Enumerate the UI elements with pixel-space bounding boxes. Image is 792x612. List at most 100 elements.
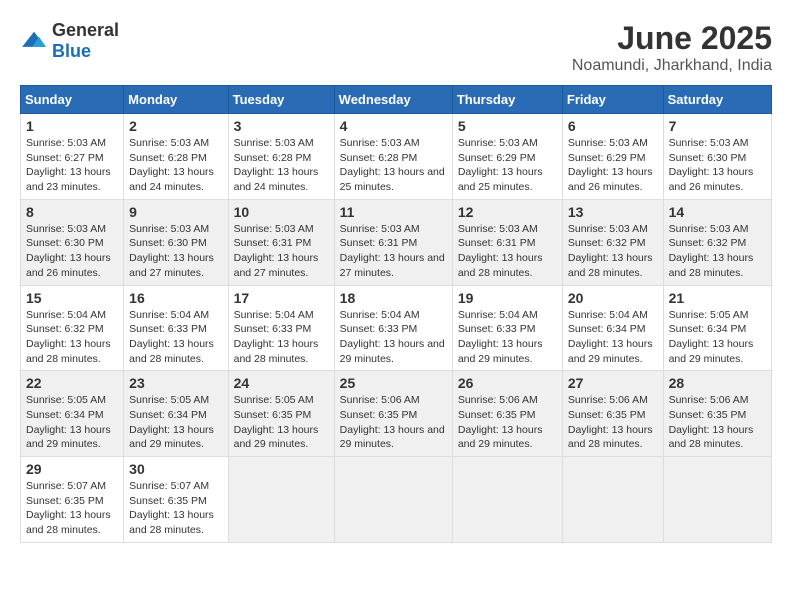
calendar-cell: 23 Sunrise: 5:05 AM Sunset: 6:34 PM Dayl… bbox=[124, 371, 228, 457]
header-sunday: Sunday bbox=[21, 86, 124, 114]
day-info: Sunrise: 5:03 AM Sunset: 6:28 PM Dayligh… bbox=[340, 136, 447, 195]
day-info: Sunrise: 5:03 AM Sunset: 6:31 PM Dayligh… bbox=[458, 222, 557, 281]
calendar-cell: 20 Sunrise: 5:04 AM Sunset: 6:34 PM Dayl… bbox=[562, 285, 663, 371]
day-number: 6 bbox=[568, 118, 658, 134]
calendar-cell: 29 Sunrise: 5:07 AM Sunset: 6:35 PM Dayl… bbox=[21, 457, 124, 543]
header-wednesday: Wednesday bbox=[334, 86, 452, 114]
day-info: Sunrise: 5:04 AM Sunset: 6:34 PM Dayligh… bbox=[568, 308, 658, 367]
calendar-week-row: 22 Sunrise: 5:05 AM Sunset: 6:34 PM Dayl… bbox=[21, 371, 772, 457]
header-friday: Friday bbox=[562, 86, 663, 114]
day-number: 24 bbox=[234, 375, 329, 391]
calendar-cell: 24 Sunrise: 5:05 AM Sunset: 6:35 PM Dayl… bbox=[228, 371, 334, 457]
calendar-cell: 7 Sunrise: 5:03 AM Sunset: 6:30 PM Dayli… bbox=[663, 114, 771, 200]
calendar-cell: 10 Sunrise: 5:03 AM Sunset: 6:31 PM Dayl… bbox=[228, 199, 334, 285]
day-info: Sunrise: 5:03 AM Sunset: 6:32 PM Dayligh… bbox=[568, 222, 658, 281]
day-info: Sunrise: 5:06 AM Sunset: 6:35 PM Dayligh… bbox=[340, 393, 447, 452]
day-info: Sunrise: 5:04 AM Sunset: 6:33 PM Dayligh… bbox=[340, 308, 447, 367]
day-info: Sunrise: 5:04 AM Sunset: 6:32 PM Dayligh… bbox=[26, 308, 118, 367]
calendar-cell: 5 Sunrise: 5:03 AM Sunset: 6:29 PM Dayli… bbox=[452, 114, 562, 200]
day-number: 3 bbox=[234, 118, 329, 134]
day-info: Sunrise: 5:04 AM Sunset: 6:33 PM Dayligh… bbox=[129, 308, 222, 367]
logo-text-blue: Blue bbox=[52, 41, 91, 61]
day-info: Sunrise: 5:04 AM Sunset: 6:33 PM Dayligh… bbox=[458, 308, 557, 367]
calendar-table: SundayMondayTuesdayWednesdayThursdayFrid… bbox=[20, 85, 772, 543]
calendar-week-row: 29 Sunrise: 5:07 AM Sunset: 6:35 PM Dayl… bbox=[21, 457, 772, 543]
day-number: 12 bbox=[458, 204, 557, 220]
day-number: 16 bbox=[129, 290, 222, 306]
header-monday: Monday bbox=[124, 86, 228, 114]
title-area: June 2025 Noamundi, Jharkhand, India bbox=[572, 20, 772, 75]
header-thursday: Thursday bbox=[452, 86, 562, 114]
calendar-cell bbox=[562, 457, 663, 543]
day-number: 9 bbox=[129, 204, 222, 220]
day-info: Sunrise: 5:05 AM Sunset: 6:34 PM Dayligh… bbox=[669, 308, 766, 367]
calendar-cell: 16 Sunrise: 5:04 AM Sunset: 6:33 PM Dayl… bbox=[124, 285, 228, 371]
calendar-cell: 8 Sunrise: 5:03 AM Sunset: 6:30 PM Dayli… bbox=[21, 199, 124, 285]
day-number: 5 bbox=[458, 118, 557, 134]
day-info: Sunrise: 5:03 AM Sunset: 6:29 PM Dayligh… bbox=[568, 136, 658, 195]
calendar-cell: 3 Sunrise: 5:03 AM Sunset: 6:28 PM Dayli… bbox=[228, 114, 334, 200]
calendar-cell: 27 Sunrise: 5:06 AM Sunset: 6:35 PM Dayl… bbox=[562, 371, 663, 457]
day-info: Sunrise: 5:03 AM Sunset: 6:31 PM Dayligh… bbox=[234, 222, 329, 281]
main-title: June 2025 bbox=[572, 20, 772, 57]
day-number: 19 bbox=[458, 290, 557, 306]
calendar-cell: 4 Sunrise: 5:03 AM Sunset: 6:28 PM Dayli… bbox=[334, 114, 452, 200]
calendar-cell: 18 Sunrise: 5:04 AM Sunset: 6:33 PM Dayl… bbox=[334, 285, 452, 371]
day-info: Sunrise: 5:06 AM Sunset: 6:35 PM Dayligh… bbox=[568, 393, 658, 452]
day-info: Sunrise: 5:03 AM Sunset: 6:30 PM Dayligh… bbox=[129, 222, 222, 281]
calendar-cell bbox=[228, 457, 334, 543]
day-info: Sunrise: 5:03 AM Sunset: 6:31 PM Dayligh… bbox=[340, 222, 447, 281]
day-info: Sunrise: 5:05 AM Sunset: 6:34 PM Dayligh… bbox=[26, 393, 118, 452]
calendar-cell bbox=[452, 457, 562, 543]
day-info: Sunrise: 5:03 AM Sunset: 6:29 PM Dayligh… bbox=[458, 136, 557, 195]
day-number: 22 bbox=[26, 375, 118, 391]
day-info: Sunrise: 5:06 AM Sunset: 6:35 PM Dayligh… bbox=[458, 393, 557, 452]
day-number: 7 bbox=[669, 118, 766, 134]
calendar-week-row: 8 Sunrise: 5:03 AM Sunset: 6:30 PM Dayli… bbox=[21, 199, 772, 285]
day-number: 14 bbox=[669, 204, 766, 220]
day-number: 2 bbox=[129, 118, 222, 134]
day-number: 29 bbox=[26, 461, 118, 477]
logo-icon bbox=[20, 30, 48, 52]
logo-text-general: General bbox=[52, 20, 119, 40]
day-number: 27 bbox=[568, 375, 658, 391]
calendar-cell: 1 Sunrise: 5:03 AM Sunset: 6:27 PM Dayli… bbox=[21, 114, 124, 200]
day-info: Sunrise: 5:03 AM Sunset: 6:30 PM Dayligh… bbox=[26, 222, 118, 281]
day-number: 10 bbox=[234, 204, 329, 220]
header-saturday: Saturday bbox=[663, 86, 771, 114]
day-info: Sunrise: 5:06 AM Sunset: 6:35 PM Dayligh… bbox=[669, 393, 766, 452]
day-number: 13 bbox=[568, 204, 658, 220]
calendar-cell: 17 Sunrise: 5:04 AM Sunset: 6:33 PM Dayl… bbox=[228, 285, 334, 371]
calendar-cell: 11 Sunrise: 5:03 AM Sunset: 6:31 PM Dayl… bbox=[334, 199, 452, 285]
header-tuesday: Tuesday bbox=[228, 86, 334, 114]
day-number: 17 bbox=[234, 290, 329, 306]
calendar-cell bbox=[334, 457, 452, 543]
calendar-cell: 28 Sunrise: 5:06 AM Sunset: 6:35 PM Dayl… bbox=[663, 371, 771, 457]
day-info: Sunrise: 5:05 AM Sunset: 6:35 PM Dayligh… bbox=[234, 393, 329, 452]
calendar-header-row: SundayMondayTuesdayWednesdayThursdayFrid… bbox=[21, 86, 772, 114]
calendar-cell: 9 Sunrise: 5:03 AM Sunset: 6:30 PM Dayli… bbox=[124, 199, 228, 285]
day-number: 11 bbox=[340, 204, 447, 220]
calendar-cell: 6 Sunrise: 5:03 AM Sunset: 6:29 PM Dayli… bbox=[562, 114, 663, 200]
day-number: 4 bbox=[340, 118, 447, 134]
day-info: Sunrise: 5:03 AM Sunset: 6:28 PM Dayligh… bbox=[129, 136, 222, 195]
calendar-week-row: 1 Sunrise: 5:03 AM Sunset: 6:27 PM Dayli… bbox=[21, 114, 772, 200]
day-number: 23 bbox=[129, 375, 222, 391]
day-info: Sunrise: 5:05 AM Sunset: 6:34 PM Dayligh… bbox=[129, 393, 222, 452]
day-number: 8 bbox=[26, 204, 118, 220]
day-number: 1 bbox=[26, 118, 118, 134]
calendar-cell: 15 Sunrise: 5:04 AM Sunset: 6:32 PM Dayl… bbox=[21, 285, 124, 371]
day-number: 15 bbox=[26, 290, 118, 306]
day-info: Sunrise: 5:07 AM Sunset: 6:35 PM Dayligh… bbox=[26, 479, 118, 538]
calendar-cell: 12 Sunrise: 5:03 AM Sunset: 6:31 PM Dayl… bbox=[452, 199, 562, 285]
day-info: Sunrise: 5:03 AM Sunset: 6:28 PM Dayligh… bbox=[234, 136, 329, 195]
day-info: Sunrise: 5:03 AM Sunset: 6:27 PM Dayligh… bbox=[26, 136, 118, 195]
day-number: 18 bbox=[340, 290, 447, 306]
day-info: Sunrise: 5:03 AM Sunset: 6:32 PM Dayligh… bbox=[669, 222, 766, 281]
calendar-cell: 30 Sunrise: 5:07 AM Sunset: 6:35 PM Dayl… bbox=[124, 457, 228, 543]
subtitle: Noamundi, Jharkhand, India bbox=[572, 57, 772, 75]
calendar-cell: 21 Sunrise: 5:05 AM Sunset: 6:34 PM Dayl… bbox=[663, 285, 771, 371]
day-number: 21 bbox=[669, 290, 766, 306]
day-number: 30 bbox=[129, 461, 222, 477]
calendar-cell: 26 Sunrise: 5:06 AM Sunset: 6:35 PM Dayl… bbox=[452, 371, 562, 457]
